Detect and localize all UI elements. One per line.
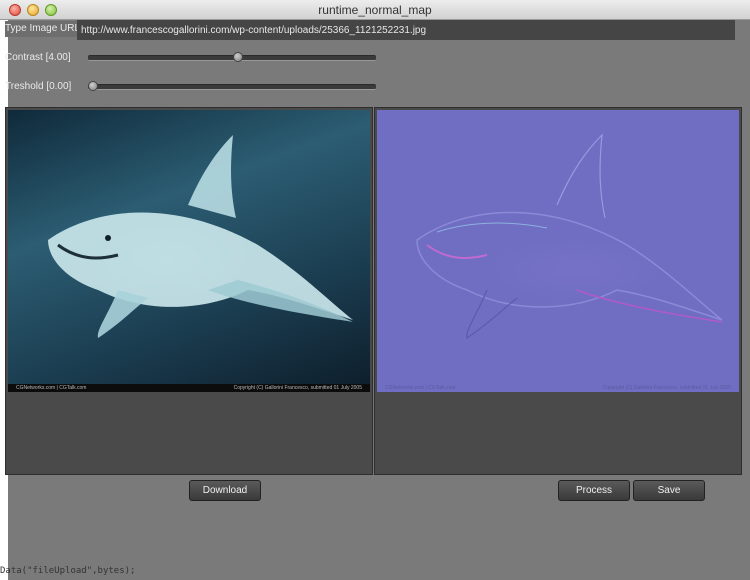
threshold-label: Treshold [0.00] xyxy=(5,81,72,92)
image-url-label: Type Image URL xyxy=(5,21,80,37)
threshold-slider[interactable] xyxy=(88,81,376,91)
normal-map-credit: CGNetworks.com | CGTalk.com Copyright (C… xyxy=(377,384,739,392)
normal-map-illustration xyxy=(416,133,723,339)
save-button[interactable]: Save xyxy=(633,480,705,501)
title-bar[interactable]: runtime_normal_map xyxy=(0,0,750,20)
contrast-slider[interactable] xyxy=(88,52,376,62)
normal-credit-right: Copyright (C) Gallorini Francesco, submi… xyxy=(602,385,731,391)
normal-map-image: CGNetworks.com | CGTalk.com Copyright (C… xyxy=(377,110,739,392)
contrast-label: Contrast [4.00] xyxy=(5,52,71,63)
normal-credit-left: CGNetworks.com | CGTalk.com xyxy=(385,385,456,391)
source-credit-left: CGNetworks.com | CGTalk.com xyxy=(16,385,87,391)
background-code-line: Data("fileUpload",bytes); xyxy=(0,566,136,576)
source-image-credit: CGNetworks.com | CGTalk.com Copyright (C… xyxy=(8,384,370,392)
app-window: Data("fileUpload",bytes); runtime_normal… xyxy=(0,0,750,580)
contrast-slider-thumb[interactable] xyxy=(232,52,243,62)
source-credit-right: Copyright (C) Gallorini Francesco, submi… xyxy=(233,385,362,391)
source-image: CGNetworks.com | CGTalk.com Copyright (C… xyxy=(8,110,370,392)
window-title: runtime_normal_map xyxy=(318,3,432,17)
download-button[interactable]: Download xyxy=(189,480,261,501)
process-button[interactable]: Process xyxy=(558,480,630,501)
source-image-panel: CGNetworks.com | CGTalk.com Copyright (C… xyxy=(5,107,373,475)
threshold-slider-thumb[interactable] xyxy=(88,81,98,91)
normal-map-panel: CGNetworks.com | CGTalk.com Copyright (C… xyxy=(374,107,742,475)
image-url-input[interactable] xyxy=(77,20,735,40)
shark-illustration xyxy=(48,135,353,338)
